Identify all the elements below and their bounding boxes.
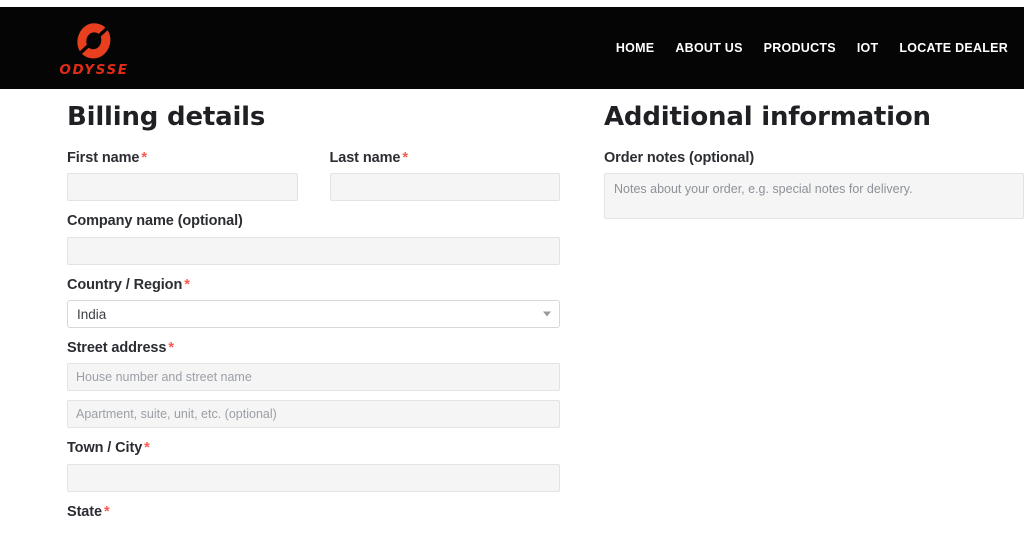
first-name-field: First name * (67, 150, 298, 202)
country-region-select-wrapper: India (67, 300, 560, 329)
checkout-page: ODYSSE HOME ABOUT US PRODUCTS IOT LOCATE… (0, 0, 1024, 534)
country-region-label-text: Country / Region (67, 276, 183, 293)
page-top-strip (0, 0, 1024, 7)
last-name-label-text: Last name (329, 149, 401, 166)
state-label: State * (67, 504, 560, 521)
name-row: First name * Last name * (67, 150, 560, 213)
last-name-field: Last name * (329, 150, 561, 202)
last-name-label: Last name * (330, 150, 561, 167)
required-asterisk: * (141, 149, 147, 166)
billing-details-title: Billing details (67, 102, 266, 132)
nav-item-home[interactable]: HOME (616, 41, 655, 55)
first-name-label: First name * (67, 150, 298, 167)
required-asterisk: * (144, 440, 150, 457)
additional-information-title: Additional information (604, 102, 931, 132)
nav-item-iot[interactable]: IOT (857, 41, 879, 55)
nav-item-products[interactable]: PRODUCTS (764, 41, 836, 55)
town-city-label-text: Town / City (67, 440, 143, 457)
first-name-label-text: First name (67, 149, 140, 166)
last-name-input[interactable] (329, 173, 560, 202)
company-name-field: Company name (optional) (67, 213, 560, 265)
country-region-label: Country / Region * (67, 277, 560, 294)
street-address-label-text: Street address (67, 340, 167, 357)
logo-wordmark: ODYSSE (59, 61, 129, 78)
company-name-input[interactable] (67, 236, 560, 265)
order-notes-label: Order notes (optional) (604, 149, 755, 166)
town-city-input[interactable] (67, 463, 560, 492)
nav-item-locate-dealer[interactable]: LOCATE DEALER (899, 41, 1008, 55)
odysse-o-logo-icon (72, 19, 116, 63)
street-address-line2-input[interactable] (67, 400, 560, 429)
town-city-label: Town / City * (67, 440, 560, 457)
required-asterisk: * (402, 149, 408, 166)
required-asterisk: * (103, 503, 110, 520)
checkout-content: Billing details First name * Last name * C… (0, 89, 1024, 520)
required-asterisk: * (184, 276, 190, 293)
state-label-text: State (67, 503, 102, 520)
site-header: ODYSSE HOME ABOUT US PRODUCTS IOT LOCATE… (0, 7, 1024, 89)
main-navigation: HOME ABOUT US PRODUCTS IOT LOCATE DEALER (616, 41, 1008, 55)
state-field: State * (67, 504, 560, 521)
first-name-input[interactable] (67, 173, 298, 202)
billing-details-column: Billing details First name * Last name * C… (67, 102, 560, 533)
country-region-field: Country / Region * India (67, 277, 560, 329)
town-city-field: Town / City * (67, 440, 560, 492)
company-name-label: Company name (optional) (67, 213, 243, 230)
additional-information-column: Additional information Order notes (opti… (604, 102, 1024, 231)
nav-item-about-us[interactable]: ABOUT US (675, 41, 742, 55)
required-asterisk: * (168, 340, 174, 357)
site-logo[interactable]: ODYSSE (56, 19, 132, 78)
street-address-field: Street address * (67, 340, 560, 429)
street-address-line1-input[interactable] (67, 363, 560, 392)
country-region-selected-value: India (77, 306, 107, 322)
street-address-label: Street address * (67, 340, 560, 357)
country-region-select[interactable]: India (67, 300, 560, 329)
order-notes-textarea[interactable] (604, 173, 1024, 220)
order-notes-field: Order notes (optional) (604, 149, 1024, 220)
